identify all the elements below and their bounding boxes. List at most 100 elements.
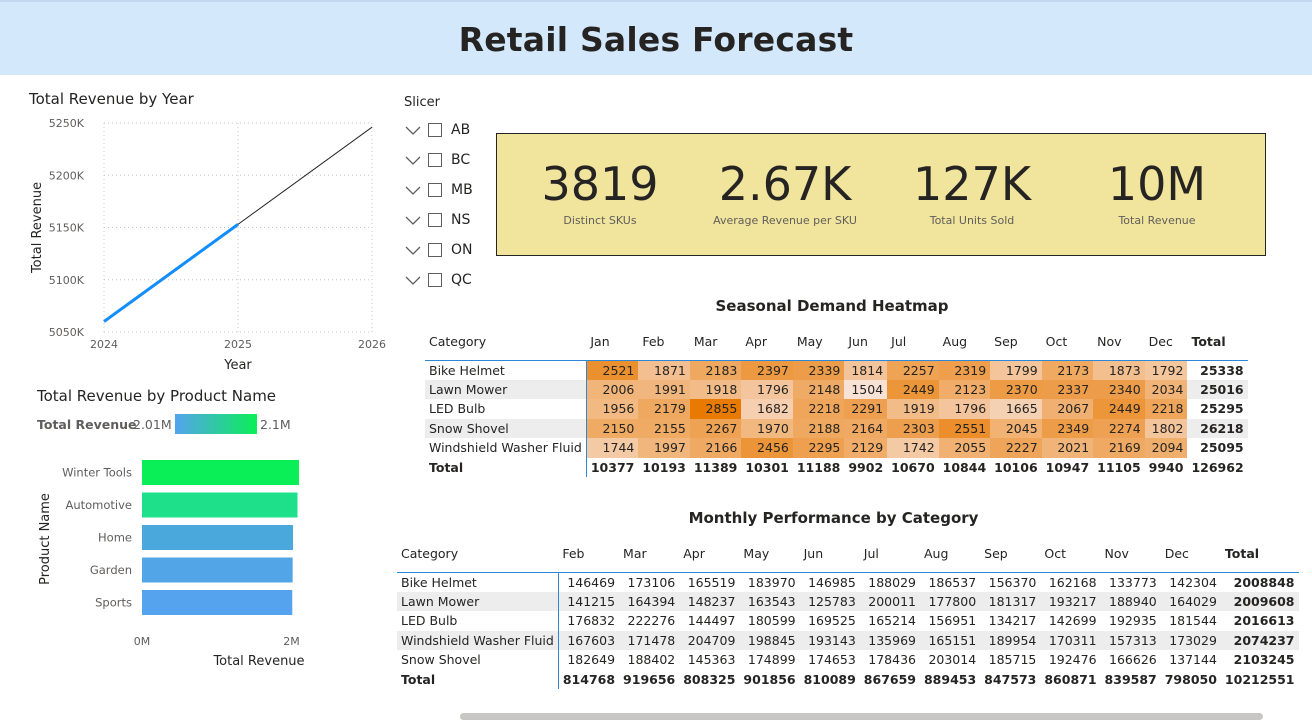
checkbox[interactable] xyxy=(428,183,442,197)
column-header-aug[interactable]: Aug xyxy=(939,324,991,360)
seasonal-heatmap-matrix[interactable]: Category Jan Feb Mar Apr May Jun Jul Aug Sep Oct No… xyxy=(425,324,1248,477)
chevron-down-icon[interactable] xyxy=(404,123,422,137)
forecast-series-line[interactable] xyxy=(237,126,373,225)
cell-value: 2319 xyxy=(938,360,991,380)
checkbox[interactable] xyxy=(428,123,442,137)
category-label: Automotive xyxy=(65,498,132,512)
cell-value: 1997 xyxy=(638,438,690,458)
column-header-feb[interactable]: Feb xyxy=(638,324,690,360)
checkbox[interactable] xyxy=(428,273,442,287)
cell-value: 2129 xyxy=(844,438,888,458)
table-row[interactable]: Windshield Washer Fluid 167603 171478 20470… xyxy=(397,630,1299,650)
cell-value: 2094 xyxy=(1144,438,1188,458)
slicer-item-ab[interactable]: AB xyxy=(404,115,484,145)
table-row[interactable]: Bike Helmet 2521 1871 2183 2397 2339 1814 2257 2… xyxy=(425,360,1248,380)
column-header-oct[interactable]: Oct xyxy=(1042,324,1094,360)
column-header-total[interactable]: Total xyxy=(1221,536,1299,572)
column-header-apr[interactable]: Apr xyxy=(741,324,793,360)
cell-value: 2551 xyxy=(938,418,991,438)
column-header-feb[interactable]: Feb xyxy=(558,536,619,572)
cell-value: 2179 xyxy=(638,399,690,419)
kpi-label: Total Revenue xyxy=(1118,214,1196,227)
cell-value: 2034 xyxy=(1144,379,1188,399)
column-header-nov[interactable]: Nov xyxy=(1101,536,1161,572)
column-header-total[interactable]: Total xyxy=(1187,324,1247,360)
column-header-jun[interactable]: Jun xyxy=(800,536,860,572)
bar[interactable] xyxy=(142,460,299,485)
slicer-item-mb[interactable]: MB xyxy=(404,175,484,205)
slicer-item-qc[interactable]: QC xyxy=(404,265,484,295)
cell-value: 188402 xyxy=(627,652,676,668)
table-row[interactable]: LED Bulb 176832 222276 144497 180599 169525 16… xyxy=(397,611,1299,631)
column-header-sep[interactable]: Sep xyxy=(980,536,1040,572)
chevron-down-icon[interactable] xyxy=(404,183,422,197)
checkbox[interactable] xyxy=(428,153,442,167)
bar-chart[interactable]: Total Revenue2.01M 2.1MWinter ToolsAutomo… xyxy=(20,408,390,673)
cell-value: 1956 xyxy=(586,399,639,419)
checkbox[interactable] xyxy=(428,243,442,257)
bar[interactable] xyxy=(142,525,294,550)
table-row[interactable]: Windshield Washer Fluid 1744 1997 2166 2456 2… xyxy=(425,438,1248,458)
row-label: Snow Shovel xyxy=(425,418,587,438)
chevron-down-icon[interactable] xyxy=(404,243,422,257)
actual-series-line[interactable] xyxy=(103,223,239,323)
cell-value: 2006 xyxy=(586,379,639,399)
cell-value: 142304 xyxy=(1169,574,1217,590)
cell-value: 1504 xyxy=(844,379,888,399)
bar[interactable] xyxy=(142,492,298,518)
column-header-dec[interactable]: Dec xyxy=(1145,324,1188,360)
horizontal-scrollbar[interactable] xyxy=(460,713,1263,720)
table-row[interactable]: Lawn Mower 2006 1991 1918 1796 2148 1504 2449 21… xyxy=(425,379,1248,399)
column-header-category[interactable]: Category xyxy=(397,536,558,572)
table-row[interactable]: Snow Shovel 182649 188402 145363 174899 17465… xyxy=(397,650,1299,670)
slicer-title: Slicer xyxy=(404,95,440,110)
table-row[interactable]: Lawn Mower 141215 164394 148237 163543 125783… xyxy=(397,591,1299,611)
column-header-jun[interactable]: Jun xyxy=(844,324,887,360)
slicer-item-bc[interactable]: BC xyxy=(404,145,484,175)
cell-value: 10670 xyxy=(891,459,935,475)
column-header-oct[interactable]: Oct xyxy=(1040,536,1100,572)
column-header-apr[interactable]: Apr xyxy=(679,536,739,572)
column-header-nov[interactable]: Nov xyxy=(1093,324,1145,360)
line-chart[interactable]: 5250K 5200K 5150K 5100K 5050K 2024 2025 2026 Yea… xyxy=(20,110,390,380)
total-row[interactable]: Total 10377 10193 11389 10301 11188 9902 10670 1… xyxy=(425,457,1248,477)
chevron-down-icon[interactable] xyxy=(404,213,422,227)
cell-value: 171478 xyxy=(619,630,680,650)
cell-value: 2188 xyxy=(792,418,845,438)
bar[interactable] xyxy=(142,590,293,615)
cell-value: 1871 xyxy=(638,360,690,380)
column-header-dec[interactable]: Dec xyxy=(1161,536,1221,572)
table-row[interactable]: Bike Helmet 146469 173106 165519 183970 14698… xyxy=(397,572,1299,592)
kpi-value: 3819 xyxy=(541,157,659,211)
slicer-item-on[interactable]: ON xyxy=(404,235,484,265)
column-header-mar[interactable]: Mar xyxy=(619,536,679,572)
column-header-mar[interactable]: Mar xyxy=(690,324,742,360)
checkbox[interactable] xyxy=(428,213,442,227)
chevron-down-icon[interactable] xyxy=(404,153,422,167)
column-header-may[interactable]: May xyxy=(793,324,845,360)
cell-value: 10301 xyxy=(745,459,789,475)
column-header-sep[interactable]: Sep xyxy=(990,324,1042,360)
chevron-down-icon[interactable] xyxy=(404,273,422,287)
cell-value: 156951 xyxy=(928,613,977,629)
region-slicer: Slicer AB BC MB NS ON QC xyxy=(404,95,484,295)
table-row[interactable]: Snow Shovel 2150 2155 2267 1970 2188 2164 2303 2… xyxy=(425,418,1248,438)
row-label: Total xyxy=(425,457,587,477)
column-header-jan[interactable]: Jan xyxy=(586,324,638,360)
cell-value: 2397 xyxy=(741,360,793,380)
cell-value: 1814 xyxy=(844,360,888,380)
slicer-item-ns[interactable]: NS xyxy=(404,205,484,235)
cell-value: 2150 xyxy=(586,418,639,438)
bar[interactable] xyxy=(142,557,293,583)
table-row[interactable]: LED Bulb 1956 2179 2855 1682 2218 2291 1919 1796… xyxy=(425,399,1248,419)
monthly-performance-matrix[interactable]: Category Feb Mar Apr May Jun Jul Aug Sep Oct Nov De… xyxy=(397,536,1299,689)
column-header-may[interactable]: May xyxy=(739,536,799,572)
cell-value: 10193 xyxy=(642,459,686,475)
kpi-total-units: 127K Total Units Sold xyxy=(877,156,1067,227)
bar-chart-title: Total Revenue by Product Name xyxy=(37,387,277,405)
column-header-aug[interactable]: Aug xyxy=(920,536,980,572)
column-header-jul[interactable]: Jul xyxy=(887,324,939,360)
column-header-jul[interactable]: Jul xyxy=(860,536,920,572)
total-row[interactable]: Total 814768 919656 808325 901856 810089 86765… xyxy=(397,669,1299,689)
column-header-category[interactable]: Category xyxy=(425,324,586,360)
